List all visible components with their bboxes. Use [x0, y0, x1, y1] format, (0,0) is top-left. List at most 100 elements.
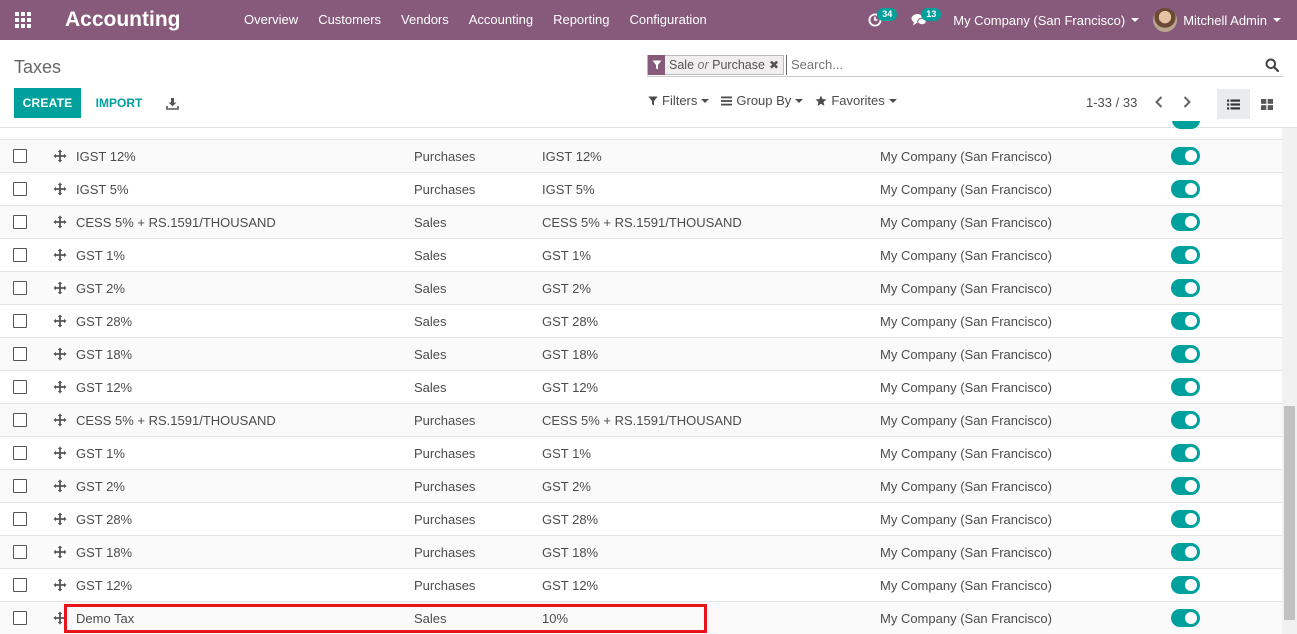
app-name[interactable]: Accounting	[46, 8, 234, 32]
drag-handle-icon[interactable]	[53, 182, 67, 196]
active-toggle[interactable]	[1171, 510, 1200, 528]
drag-handle-icon[interactable]	[53, 281, 67, 295]
chevron-left-icon[interactable]	[1150, 90, 1168, 114]
import-button[interactable]: IMPORT	[84, 88, 154, 118]
drag-handle-icon[interactable]	[53, 446, 67, 460]
row-checkbox[interactable]	[13, 611, 27, 625]
activities-button[interactable]: 34	[853, 0, 898, 40]
messages-button[interactable]: 13	[897, 0, 942, 40]
list-icon	[1227, 99, 1240, 109]
table-row[interactable]: CESS 5% + RS.1591/THOUSAND Purchases CES…	[0, 403, 1282, 436]
drag-handle-icon[interactable]	[53, 512, 67, 526]
row-checkbox[interactable]	[13, 446, 27, 460]
menu-overview[interactable]: Overview	[234, 0, 308, 40]
active-toggle[interactable]	[1171, 411, 1200, 429]
table-row[interactable]: IGST 5% Purchases IGST 5% My Company (Sa…	[0, 172, 1282, 205]
row-checkbox[interactable]	[13, 248, 27, 262]
row-checkbox[interactable]	[13, 380, 27, 394]
active-toggle[interactable]	[1171, 576, 1200, 594]
drag-handle-icon[interactable]	[53, 479, 67, 493]
tax-name: Demo Tax	[76, 610, 135, 626]
row-checkbox[interactable]	[13, 578, 27, 592]
active-toggle[interactable]	[1171, 345, 1200, 363]
table-row[interactable]: GST 28% Purchases GST 28% My Company (Sa…	[0, 502, 1282, 535]
create-button[interactable]: CREATE	[14, 88, 81, 118]
breadcrumb-title: Taxes	[14, 57, 62, 77]
menu-accounting[interactable]: Accounting	[459, 0, 543, 40]
active-toggle[interactable]	[1171, 378, 1200, 396]
drag-handle-icon[interactable]	[53, 347, 67, 361]
chevron-right-icon[interactable]	[1178, 90, 1196, 114]
active-toggle[interactable]	[1171, 609, 1200, 627]
row-checkbox[interactable]	[13, 149, 27, 163]
row-checkbox[interactable]	[13, 413, 27, 427]
table-row[interactable]: GST 1% Purchases GST 1% My Company (San …	[0, 436, 1282, 469]
active-toggle[interactable]	[1171, 312, 1200, 330]
drag-handle-icon[interactable]	[53, 611, 67, 625]
row-checkbox[interactable]	[13, 314, 27, 328]
apps-menu-button[interactable]	[0, 0, 46, 40]
row-checkbox[interactable]	[13, 281, 27, 295]
tax-name: CESS 5% + RS.1591/THOUSAND	[76, 412, 276, 428]
tax-label: CESS 5% + RS.1591/THOUSAND	[542, 214, 742, 230]
tax-label: GST 18%	[542, 544, 599, 560]
row-checkbox[interactable]	[13, 347, 27, 361]
facet-value-purchase: Purchase	[712, 57, 765, 72]
row-checkbox[interactable]	[13, 545, 27, 559]
drag-handle-icon[interactable]	[53, 314, 67, 328]
scrollbar-thumb[interactable]	[1284, 406, 1295, 620]
menu-configuration[interactable]: Configuration	[619, 0, 716, 40]
menu-customers[interactable]: Customers	[308, 0, 391, 40]
row-checkbox[interactable]	[13, 512, 27, 526]
pager-value[interactable]: 1-33 / 33	[1086, 95, 1137, 110]
top-navbar: Accounting Overview Customers Vendors Ac…	[0, 0, 1297, 40]
table-row[interactable]: GST 18% Sales GST 18% My Company (San Fr…	[0, 337, 1282, 370]
active-toggle[interactable]	[1171, 147, 1200, 165]
table-row[interactable]: GST 18% Purchases GST 18% My Company (Sa…	[0, 535, 1282, 568]
drag-handle-icon[interactable]	[53, 545, 67, 559]
table-row[interactable]: GST 2% Sales GST 2% My Company (San Fran…	[0, 271, 1282, 304]
row-checkbox[interactable]	[13, 479, 27, 493]
favorites-dropdown[interactable]: Favorites	[815, 93, 897, 108]
drag-handle-icon[interactable]	[53, 380, 67, 394]
facet-close-icon[interactable]: ✖	[769, 58, 783, 72]
active-toggle[interactable]	[1171, 213, 1200, 231]
tax-company: My Company (San Francisco)	[880, 412, 1052, 428]
table-row[interactable]: IGST 12% Purchases IGST 12% My Company (…	[0, 139, 1282, 172]
active-toggle[interactable]	[1171, 246, 1200, 264]
drag-handle-icon[interactable]	[53, 215, 67, 229]
table-row[interactable]: GST 2% Purchases GST 2% My Company (San …	[0, 469, 1282, 502]
search-facet[interactable]: Sale or Purchase ✖	[647, 54, 784, 75]
company-switcher[interactable]: My Company (San Francisco)	[941, 13, 1153, 28]
table-row[interactable]: CESS 5% + RS.1591/THOUSAND Sales CESS 5%…	[0, 205, 1282, 238]
search-input[interactable]	[786, 54, 1261, 75]
active-toggle[interactable]	[1171, 180, 1200, 198]
download-icon[interactable]	[160, 88, 184, 118]
user-menu[interactable]: Mitchell Admin	[1153, 8, 1297, 32]
active-toggle[interactable]	[1171, 477, 1200, 495]
list-view-button[interactable]	[1217, 89, 1250, 119]
table-row[interactable]: GST 12% Purchases GST 12% My Company (Sa…	[0, 568, 1282, 601]
row-checkbox[interactable]	[13, 215, 27, 229]
tax-type: Purchases	[414, 412, 476, 428]
kanban-view-button[interactable]	[1250, 89, 1283, 119]
active-toggle[interactable]	[1171, 543, 1200, 561]
groupby-dropdown[interactable]: Group By	[721, 93, 804, 108]
star-icon	[815, 95, 827, 106]
table-row[interactable]: GST 12% Sales GST 12% My Company (San Fr…	[0, 370, 1282, 403]
drag-handle-icon[interactable]	[53, 578, 67, 592]
menu-reporting[interactable]: Reporting	[543, 0, 619, 40]
drag-handle-icon[interactable]	[53, 248, 67, 262]
table-row[interactable]: Demo Tax Sales 10% My Company (San Franc…	[0, 601, 1282, 634]
active-toggle[interactable]	[1171, 279, 1200, 297]
drag-handle-icon[interactable]	[53, 149, 67, 163]
row-checkbox[interactable]	[13, 182, 27, 196]
filters-dropdown[interactable]: Filters	[648, 93, 710, 108]
tax-type: Sales	[414, 313, 447, 329]
menu-vendors[interactable]: Vendors	[391, 0, 459, 40]
search-icon[interactable]	[1261, 58, 1283, 72]
table-row[interactable]: GST 28% Sales GST 28% My Company (San Fr…	[0, 304, 1282, 337]
drag-handle-icon[interactable]	[53, 413, 67, 427]
table-row[interactable]: GST 1% Sales GST 1% My Company (San Fran…	[0, 238, 1282, 271]
active-toggle[interactable]	[1171, 444, 1200, 462]
